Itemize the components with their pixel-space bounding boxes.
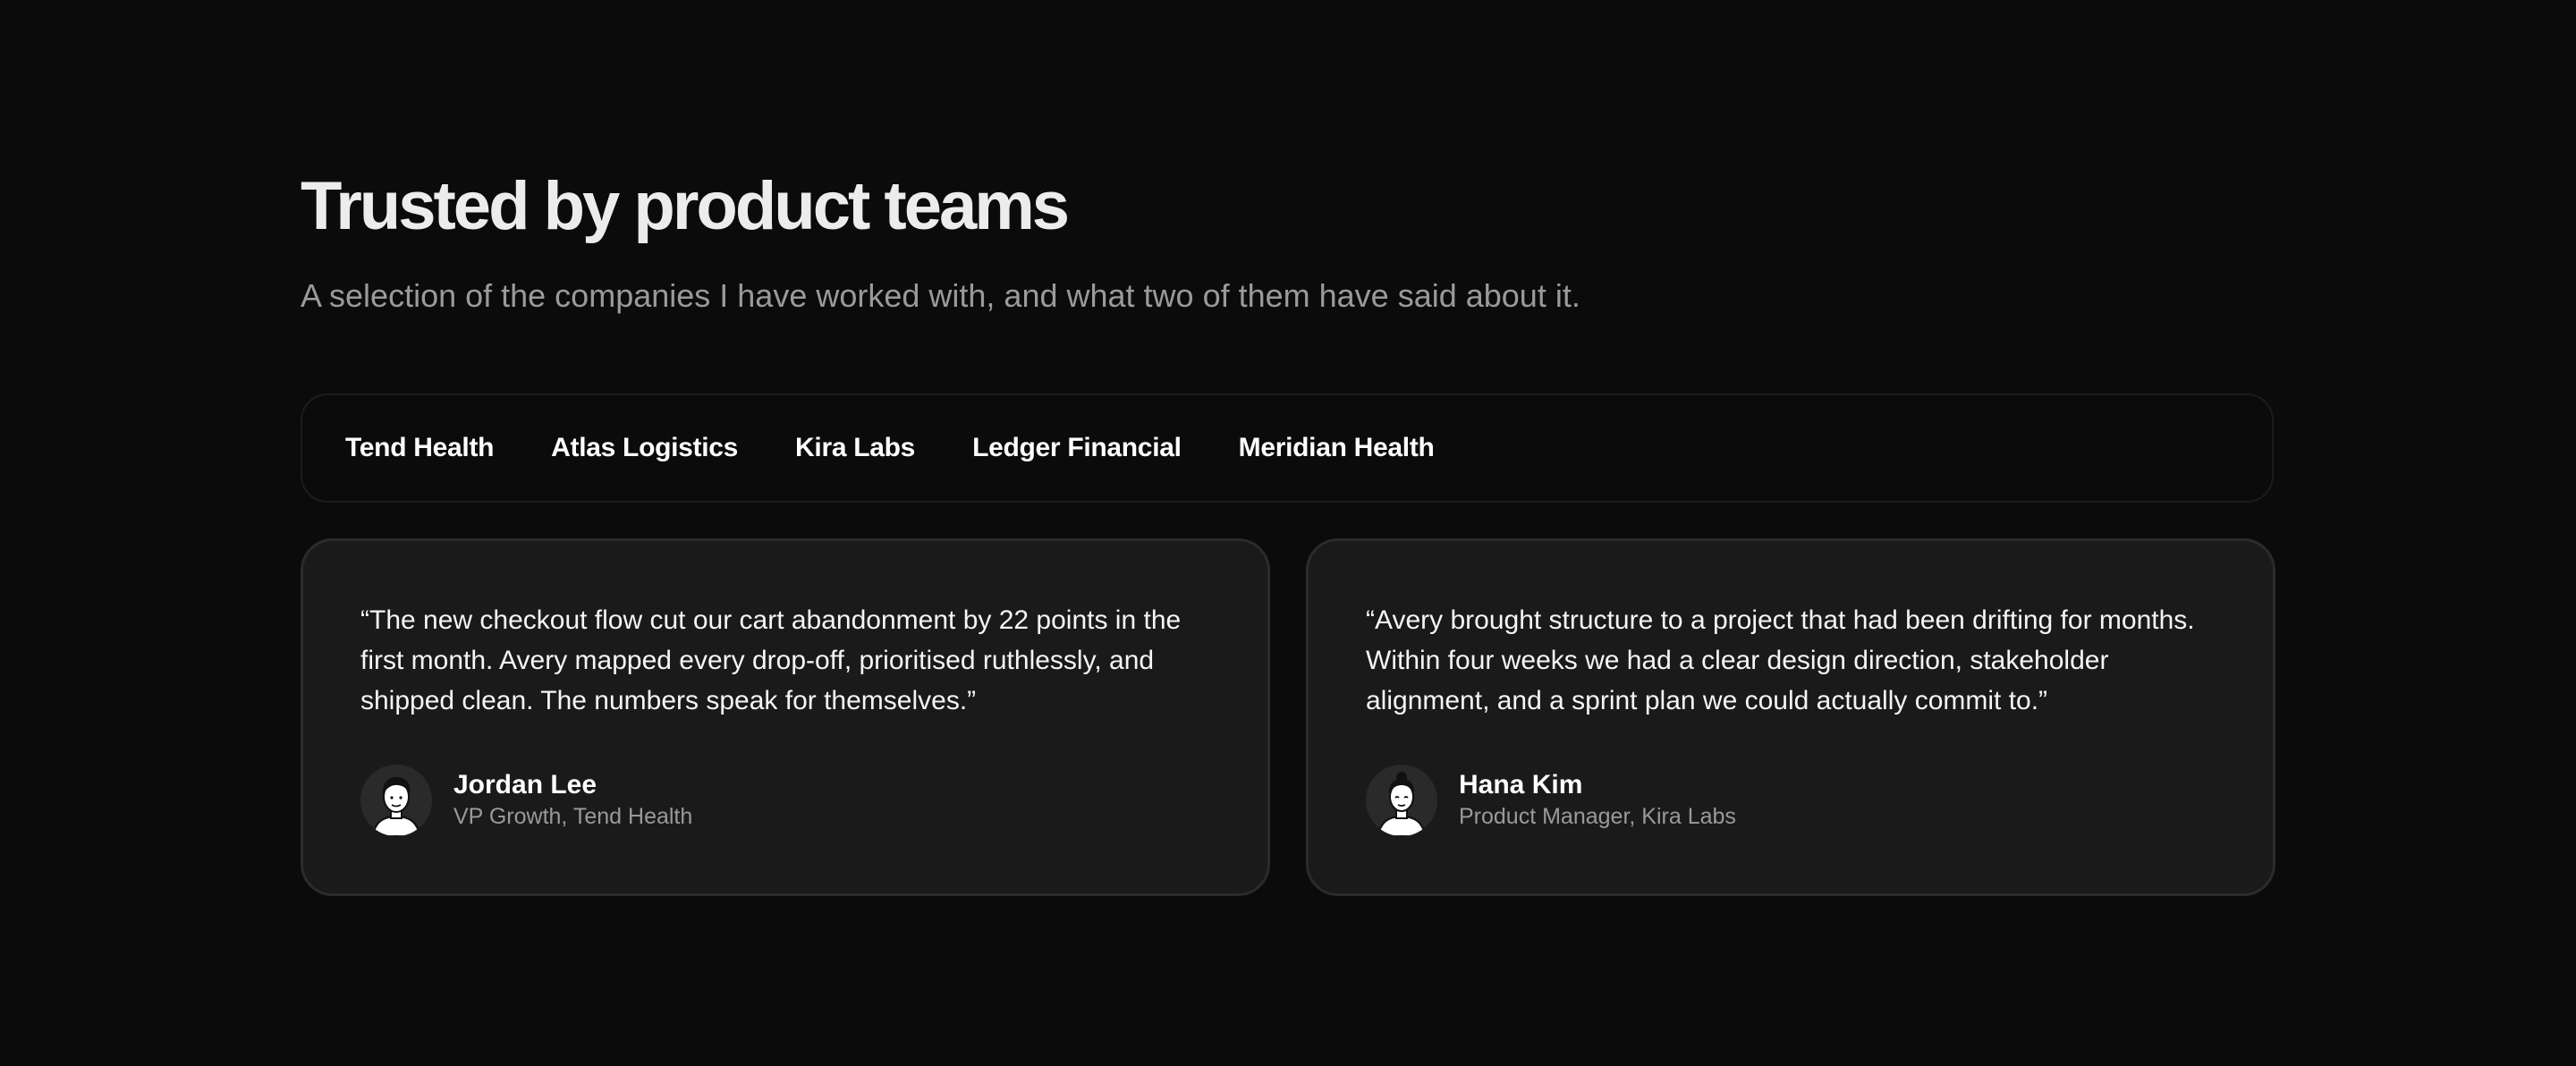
author-details: Jordan Lee VP Growth, Tend Health <box>453 769 692 832</box>
testimonial-quote: “Avery brought structure to a project th… <box>1366 605 2195 715</box>
client-logo-atlas-logistics: Atlas Logistics <box>551 433 739 462</box>
testimonial-quote: “The new checkout flow cut our cart aban… <box>360 605 1182 715</box>
author-role: Product Manager, Kira Labs <box>1459 804 1736 829</box>
testimonial-card: “The new checkout flow cut our cart aban… <box>301 538 1270 896</box>
testimonials-section: Trusted by product teams A selection of … <box>301 0 2275 1066</box>
section-title: Trusted by product teams <box>301 168 1070 244</box>
person-illustration-icon <box>360 765 432 836</box>
testimonial-author: Hana Kim Product Manager, Kira Labs <box>1366 765 1736 836</box>
client-logo-ledger-financial: Ledger Financial <box>972 433 1182 462</box>
testimonial-author: Jordan Lee VP Growth, Tend Health <box>360 765 692 836</box>
author-name: Jordan Lee <box>453 770 597 800</box>
author-role: VP Growth, Tend Health <box>453 804 693 829</box>
person-illustration-icon <box>1366 765 1437 836</box>
client-logo-kira-labs: Kira Labs <box>795 433 916 462</box>
client-logo-tend-health: Tend Health <box>345 433 495 462</box>
section-subtitle: A selection of the companies I have work… <box>301 277 1580 314</box>
author-name: Hana Kim <box>1459 770 1583 800</box>
client-logo-meridian-health: Meridian Health <box>1238 433 1435 462</box>
testimonial-cards: “The new checkout flow cut our cart aban… <box>301 538 2275 896</box>
testimonial-card: “Avery brought structure to a project th… <box>1306 538 2275 896</box>
author-details: Hana Kim Product Manager, Kira Labs <box>1459 769 1736 832</box>
client-logo-bar: Tend Health Atlas Logistics Kira Labs Le… <box>301 393 2274 503</box>
